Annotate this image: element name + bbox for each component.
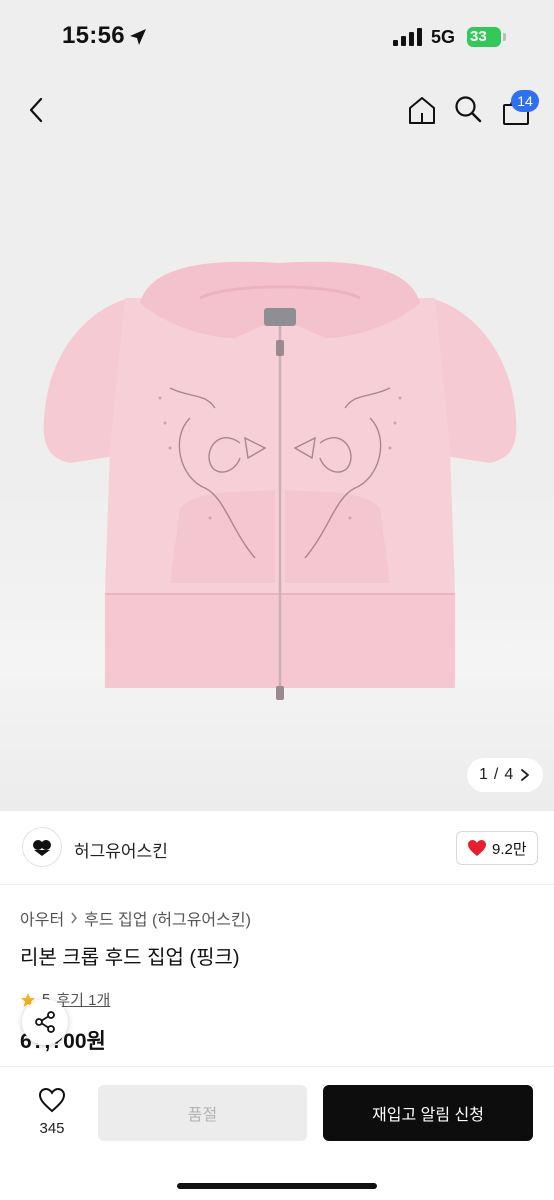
brand-logo-mark-icon (33, 840, 51, 856)
cart-count-badge: 14 (511, 90, 539, 112)
bottom-action-bar: 345 품절 재입고 알림 신청 (0, 1066, 554, 1200)
product-image[interactable] (30, 258, 530, 708)
share-icon (35, 1011, 55, 1033)
status-time: 15:56 (62, 22, 125, 49)
network-type: 5G (431, 27, 456, 47)
product-title: 리본 크롭 후드 집업 (핑크) (20, 947, 240, 969)
chevron-right-icon (521, 769, 530, 781)
location-arrow-icon (130, 29, 146, 45)
breadcrumb-subcategory[interactable]: 후드 집업 (허그유어스킨) (84, 906, 251, 930)
brand-like-count: 9.2만 (492, 840, 527, 858)
review-count-link[interactable]: 후기 1개 (56, 989, 110, 1010)
home-icon[interactable] (406, 94, 438, 126)
battery-level: 33 (470, 28, 487, 45)
cellular-signal-icon (393, 28, 422, 46)
pager-total: 4 (504, 766, 514, 783)
restock-alert-button[interactable]: 재입고 알림 신청 (323, 1085, 533, 1141)
heart-filled-icon (468, 840, 486, 856)
heart-outline-icon (38, 1087, 66, 1113)
battery-icon: 33 (467, 27, 507, 47)
wishlist-button[interactable]: 345 (30, 1087, 74, 1137)
pager-separator: / (493, 766, 499, 783)
brand-like-button[interactable]: 9.2만 (456, 831, 538, 865)
pager-current: 1 (479, 766, 488, 783)
wishlist-count: 345 (39, 1120, 65, 1137)
breadcrumb-category[interactable]: 아우터 (20, 906, 64, 930)
gallery-pager[interactable]: 1 / 4 (467, 758, 544, 792)
brand-row: 허그유어스킨 9.2만 (0, 811, 554, 885)
search-icon[interactable] (453, 94, 483, 124)
brand-name[interactable]: 허그유어스킨 (74, 837, 168, 862)
soldout-button: 품절 (98, 1085, 307, 1141)
share-button[interactable] (22, 999, 68, 1045)
breadcrumb: 아우터 후드 집업 (허그유어스킨) (20, 906, 251, 930)
chevron-right-icon (71, 912, 78, 924)
home-indicator (177, 1183, 377, 1189)
status-bar: 15:56 5G 33 (0, 0, 554, 76)
brand-logo[interactable] (22, 827, 62, 867)
back-arrow-icon[interactable] (22, 95, 52, 125)
